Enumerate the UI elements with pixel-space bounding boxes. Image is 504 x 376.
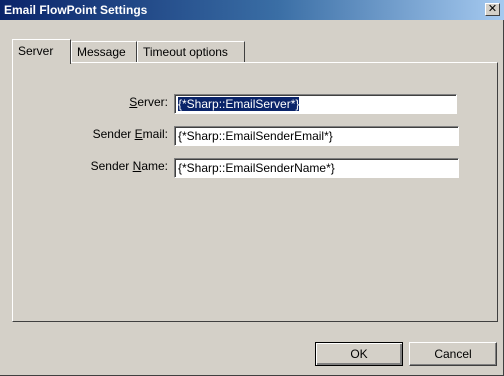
cancel-button[interactable]: Cancel — [409, 342, 497, 366]
ok-button-label: OK — [350, 347, 368, 361]
sender-name-label: Sender Name: — [90, 159, 168, 173]
sender-name-input[interactable]: {*Sharp::EmailSenderName*} — [174, 158, 459, 178]
close-button[interactable]: ✕ — [485, 3, 500, 16]
server-input[interactable]: {*Sharp::EmailServer*} — [174, 94, 457, 114]
tab-label: Timeout options — [143, 45, 228, 59]
tab-server[interactable]: Server — [12, 39, 71, 64]
tab-label: Message — [77, 45, 126, 59]
sender-name-input-value: {*Sharp::EmailSenderName*} — [178, 161, 335, 175]
sender-email-input-value: {*Sharp::EmailSenderEmail*} — [178, 129, 333, 143]
title-bar[interactable]: Email FlowPoint Settings ✕ — [0, 0, 504, 20]
sender-email-label: Sender Email: — [92, 127, 168, 141]
window-title: Email FlowPoint Settings — [4, 3, 148, 17]
settings-dialog: Email FlowPoint Settings ✕ Server Messag… — [0, 0, 504, 376]
tab-timeout-options[interactable]: Timeout options — [137, 41, 245, 62]
ok-button[interactable]: OK — [315, 342, 403, 366]
server-input-value: {*Sharp::EmailServer*} — [178, 97, 300, 111]
sender-email-input[interactable]: {*Sharp::EmailSenderEmail*} — [174, 126, 459, 146]
tab-label: Server — [18, 44, 54, 58]
close-icon: ✕ — [487, 3, 498, 15]
tab-message[interactable]: Message — [71, 41, 137, 62]
cancel-button-label: Cancel — [434, 347, 472, 361]
server-label: Server: — [129, 95, 168, 109]
server-tab-panel: Server: {*Sharp::EmailServer*} Sender Em… — [12, 62, 498, 322]
